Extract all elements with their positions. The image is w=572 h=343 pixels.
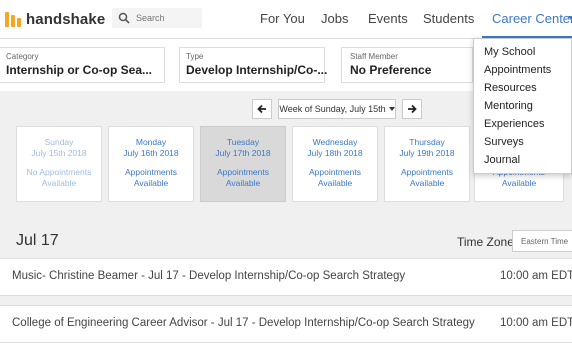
day-name: Sunday [44,137,74,147]
arrow-right-icon [408,104,417,114]
appointment-row[interactable]: Music- Christine Beamer - Jul 17 - Devel… [0,258,572,296]
day-name: Tuesday [226,137,260,147]
day-availability-2: Available [225,178,261,188]
type-value: Develop Internship/Co-... [186,63,328,77]
caret-down-icon [388,107,395,111]
menu-item-journal[interactable]: Journal [484,154,520,166]
week-label: Week of Sunday, July 15th [279,104,386,114]
arrow-left-icon [257,104,266,114]
day-date: July 16th 2018 [123,148,179,158]
staff-member-label: Staff Member [350,52,398,61]
nav-career-center[interactable]: Career Center [482,0,572,38]
nav-jobs[interactable]: Jobs [321,11,348,26]
top-navbar: handshake For You Jobs Events Students C… [0,0,572,39]
date-heading: Jul 17 [16,232,59,249]
day-date: July 19th 2018 [399,148,455,158]
day-date: July 17th 2018 [215,148,271,158]
day-name: Wednesday [312,137,358,147]
category-filter[interactable]: Category Internship or Co-op Sea... [0,47,165,83]
week-dropdown[interactable]: Week of Sunday, July 15th [278,99,396,119]
day-name: Thursday [409,137,445,147]
search-box[interactable] [112,8,202,28]
day-availability: Appointments [309,167,361,177]
day-availability-2: Available [409,178,445,188]
appointment-description: Music- Christine Beamer - Jul 17 - Devel… [12,270,406,282]
time-zone-label: Time Zone: [457,235,518,249]
appointment-time: 10:00 am EDT [500,270,572,282]
day-availability-2: Available [317,178,353,188]
category-value: Internship or Co-op Sea... [6,63,153,77]
day-card-tuesday[interactable]: Tuesday July 17th 2018 Appointments Avai… [200,126,286,202]
day-availability: Appointments [217,167,269,177]
type-filter[interactable]: Type Develop Internship/Co-... [179,47,328,83]
career-center-menu: My School Appointments Resources Mentori… [473,38,572,174]
day-date: July 18th 2018 [307,148,363,158]
nav-students[interactable]: Students [423,11,474,26]
day-card-wednesday[interactable]: Wednesday July 18th 2018 Appointments Av… [292,126,378,202]
type-label: Type [186,52,204,61]
day-availability: No Appointments [26,167,92,177]
menu-item-resources[interactable]: Resources [484,82,537,94]
category-label: Category [6,52,39,61]
nav-for-you[interactable]: For You [260,11,305,26]
chevron-down-icon [568,16,572,20]
previous-week-button[interactable] [252,99,272,119]
nav-career-center-label: Career Center [492,11,572,26]
menu-item-mentoring[interactable]: Mentoring [484,100,533,112]
appointment-description: College of Engineering Career Advisor - … [12,317,475,329]
time-zone-select[interactable]: Eastern Time [512,230,572,252]
day-availability: Appointments [125,167,177,177]
day-availability-2: Available [501,178,537,188]
next-week-button[interactable] [402,99,422,119]
search-icon [118,12,130,24]
day-availability: Appointments [401,167,453,177]
menu-item-appointments[interactable]: Appointments [484,64,551,76]
menu-item-surveys[interactable]: Surveys [484,136,524,148]
day-name: Monday [135,137,167,147]
day-card-thursday[interactable]: Thursday July 19th 2018 Appointments Ava… [384,126,470,202]
menu-item-my-school[interactable]: My School [484,46,535,58]
day-date: July 15th 2018 [31,148,87,158]
menu-item-experiences[interactable]: Experiences [484,118,545,130]
appointment-row[interactable]: College of Engineering Career Advisor - … [0,305,572,343]
handshake-logo[interactable]: handshake [4,10,105,28]
staff-member-filter[interactable]: Staff Member No Preference [341,47,473,83]
day-availability-2: Available [41,178,77,188]
search-input[interactable] [134,12,198,24]
nav-events[interactable]: Events [368,11,408,26]
appointment-time: 10:00 am EDT [500,317,572,329]
logo-text: handshake [26,10,106,28]
day-availability-2: Available [133,178,169,188]
staff-member-value: No Preference [350,63,432,77]
day-card-monday[interactable]: Monday July 16th 2018 Appointments Avail… [108,126,194,202]
handshake-logo-icon [4,10,22,28]
day-card-sunday: Sunday July 15th 2018 No Appointments Av… [16,126,102,202]
